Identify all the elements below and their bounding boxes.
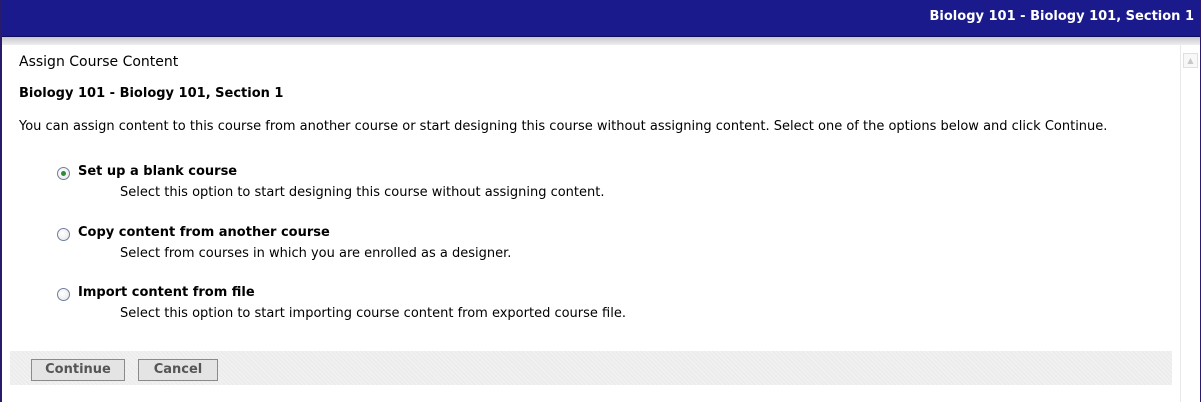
- instructions-text: You can assign content to this course fr…: [19, 119, 1108, 134]
- radio-import-content[interactable]: [57, 288, 70, 301]
- course-title: Biology 101 - Biology 101, Section 1: [19, 86, 284, 101]
- header-course-title: Biology 101 - Biology 101, Section 1: [929, 9, 1194, 24]
- window-frame: Biology 101 - Biology 101, Section 1 Ass…: [0, 0, 1201, 402]
- cancel-button[interactable]: Cancel: [138, 359, 218, 381]
- radio-blank-course[interactable]: [57, 167, 70, 180]
- button-bar: Continue Cancel: [10, 351, 1172, 385]
- scroll-up-arrow-icon[interactable]: ▲: [1183, 53, 1198, 68]
- option-desc-blank-course: Select this option to start designing th…: [120, 185, 605, 200]
- continue-button[interactable]: Continue: [31, 359, 125, 381]
- option-desc-copy-content: Select from courses in which you are enr…: [120, 246, 512, 261]
- title-bar: Biology 101 - Biology 101, Section 1: [2, 0, 1200, 37]
- option-desc-import-content: Select this option to start importing co…: [120, 306, 626, 321]
- option-label-import-content[interactable]: Import content from file: [78, 285, 255, 300]
- option-label-copy-content[interactable]: Copy content from another course: [78, 225, 330, 240]
- radio-copy-content[interactable]: [57, 228, 70, 241]
- content-area: Assign Course Content Biology 101 - Biol…: [2, 45, 1181, 402]
- header-divider: [2, 37, 1200, 45]
- option-label-blank-course[interactable]: Set up a blank course: [78, 164, 237, 179]
- vertical-scrollbar[interactable]: ▲: [1180, 45, 1199, 402]
- page-heading: Assign Course Content: [19, 54, 179, 70]
